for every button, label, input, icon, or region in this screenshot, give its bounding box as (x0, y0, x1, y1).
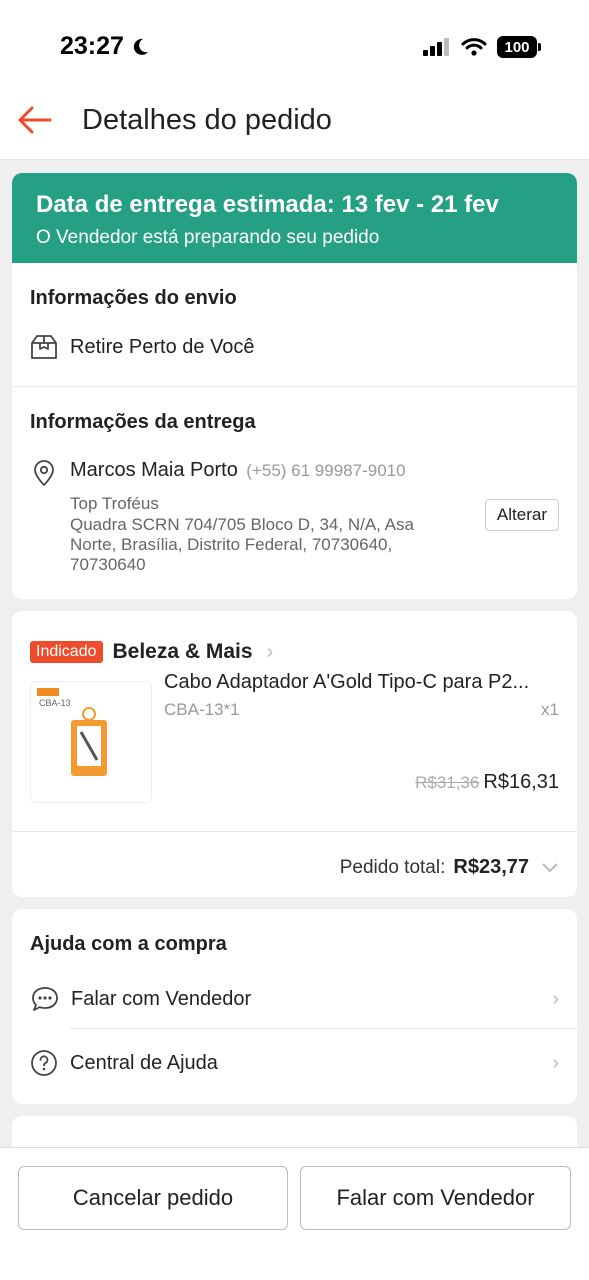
preferred-badge: Indicado (30, 641, 103, 663)
order-status-card: Data de entrega estimada: 13 fev - 21 fe… (12, 173, 577, 599)
product-row[interactable]: CBA-13 Cabo Adaptador A'Gold Tipo-C para… (12, 671, 577, 821)
delivery-address: Quadra SCRN 704/705 Bloco D, 34, N/A, As… (70, 515, 414, 574)
help-item-chat-seller[interactable]: Falar com Vendedor › (12, 970, 577, 1028)
shipping-method-row: Retire Perto de Você (30, 334, 559, 360)
location-pin-icon (34, 460, 54, 487)
moon-icon (133, 38, 148, 55)
page-title: Detalhes do pedido (82, 104, 332, 136)
product-name: Cabo Adaptador A'Gold Tipo-C para P2... (164, 671, 530, 693)
header: Detalhes do pedido (0, 90, 589, 160)
help-title: Ajuda com a compra (30, 933, 227, 955)
help-item-label: Central de Ajuda (70, 1051, 218, 1074)
delivery-info-title: Informações da entrega (30, 411, 256, 433)
help-card: Ajuda com a compra Falar com Vendedor › … (12, 909, 577, 1104)
chevron-down-icon (542, 862, 558, 872)
chevron-right-icon: › (552, 1051, 559, 1074)
chat-icon (32, 987, 58, 1011)
cancel-order-button[interactable]: Cancelar pedido (18, 1166, 288, 1230)
help-item-help-center[interactable]: Central de Ajuda › (12, 1029, 577, 1097)
status-bar: 23:27 100 (0, 0, 589, 90)
recipient-phone: (+55) 61 99987-9010 (246, 461, 406, 480)
shop-name: Beleza & Mais (112, 640, 253, 663)
shipping-method-text: Retire Perto de Você (70, 335, 255, 358)
help-item-label: Falar com Vendedor (71, 987, 252, 1010)
thumbnail-brand-text: CBA-13 (39, 698, 71, 708)
change-address-button[interactable]: Alterar (484, 499, 559, 531)
battery-icon: 100 (497, 36, 541, 58)
chevron-right-icon: › (552, 987, 559, 1010)
order-total-value: R$23,77 (453, 856, 529, 878)
price-block: R$31,36 R$16,31 (415, 771, 559, 794)
clock-text: 23:27 (60, 32, 124, 60)
signal-icon (423, 38, 449, 56)
package-icon (31, 335, 57, 359)
recipient-row: Marcos Maia Porto (+55) 61 99987-9010 To… (30, 459, 559, 575)
delivery-info-section: Informações da entrega Marcos Maia Porto… (12, 387, 577, 575)
back-button[interactable] (16, 104, 56, 136)
shop-row[interactable]: Indicado Beleza & Mais › (12, 611, 577, 671)
order-items-card: Indicado Beleza & Mais › CBA-13 Cabo Ada… (12, 611, 577, 897)
arrow-left-icon (18, 106, 52, 134)
product-thumbnail: CBA-13 (30, 681, 152, 803)
battery-level: 100 (504, 38, 530, 56)
wifi-icon (461, 38, 487, 56)
question-circle-icon (31, 1050, 57, 1076)
recipient-name: Marcos Maia Porto (70, 459, 238, 481)
original-price: R$31,36 (415, 772, 480, 792)
status-icons: 100 (423, 36, 541, 58)
status-time: 23:27 (60, 32, 150, 61)
product-variant: CBA-13*1 (164, 700, 240, 719)
shipping-info-title: Informações do envio (30, 287, 237, 309)
chevron-right-icon: › (266, 640, 274, 663)
chat-seller-button[interactable]: Falar com Vendedor (300, 1166, 571, 1230)
delivery-estimate-banner: Data de entrega estimada: 13 fev - 21 fe… (12, 173, 577, 263)
bottom-action-bar: Cancelar pedido Falar com Vendedor (0, 1147, 589, 1280)
pickup-place: Top Troféus (70, 494, 159, 513)
product-quantity: x1 (541, 700, 559, 719)
sale-price: R$16,31 (483, 771, 559, 793)
order-total-label: Pedido total: (339, 856, 446, 878)
order-status-text: O Vendedor está preparando seu pedido (36, 227, 380, 248)
order-total-row[interactable]: Pedido total: R$23,77 (12, 832, 577, 879)
delivery-estimate-title: Data de entrega estimada: 13 fev - 21 fe… (36, 191, 499, 218)
shipping-info-section: Informações do envio Retire Perto de Voc… (12, 263, 577, 386)
